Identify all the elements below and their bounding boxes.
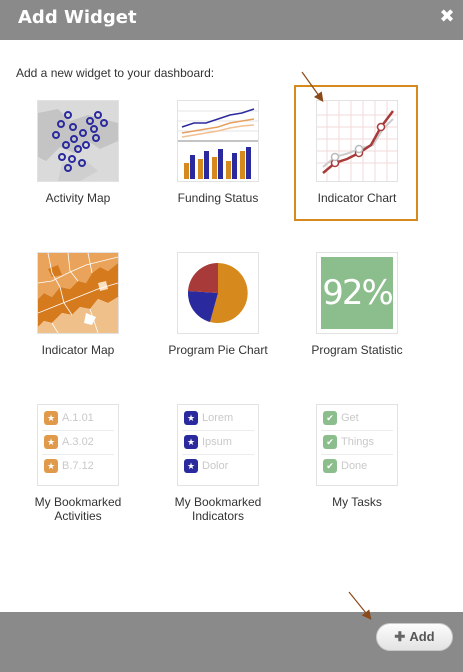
list-item: ★ Ipsum: [182, 434, 254, 450]
list-item: ★ A.3.02: [42, 434, 114, 450]
list-item: ★ Dolor: [182, 458, 254, 474]
list-item: ★ A.1.01: [42, 410, 114, 426]
selected-widget-highlight: [294, 85, 418, 221]
list-item: ★ B.7.12: [42, 458, 114, 474]
tasks-icon: ✔ Get ✔ Things ✔ Done: [316, 404, 398, 486]
close-icon[interactable]: ✖: [438, 8, 456, 26]
widget-funding-status[interactable]: Funding Status: [156, 100, 280, 205]
widget-my-tasks[interactable]: ✔ Get ✔ Things ✔ Done My Tasks: [295, 404, 419, 509]
widget-program-pie-chart[interactable]: Program Pie Chart: [156, 252, 280, 357]
add-button-label: Add: [409, 629, 435, 644]
star-icon: ★: [184, 435, 198, 449]
widget-label: Indicator Map: [41, 343, 115, 357]
list-item: ★ Lorem: [182, 410, 254, 426]
dialog-header: Add Widget ✖: [0, 0, 463, 40]
widget-label: Activity Map: [45, 191, 111, 205]
intro-text: Add a new widget to your dashboard:: [16, 66, 215, 80]
widget-activity-map[interactable]: Activity Map: [16, 100, 140, 205]
star-icon: ★: [184, 459, 198, 473]
star-icon: ★: [44, 411, 58, 425]
widget-label: Funding Status: [177, 191, 259, 205]
checkmark-icon: ✔: [323, 411, 337, 425]
widget-bookmarked-activities[interactable]: ★ A.1.01 ★ A.3.02 ★ B.7.12 My Bookmarked…: [16, 404, 140, 523]
checkmark-icon: ✔: [323, 435, 337, 449]
indicator-map-icon: [37, 252, 119, 334]
widget-indicator-map[interactable]: Indicator Map: [16, 252, 140, 357]
program-pie-chart-icon: [177, 252, 259, 334]
divider: [182, 430, 254, 431]
star-icon: ★: [184, 411, 198, 425]
bookmarked-activities-icon: ★ A.1.01 ★ A.3.02 ★ B.7.12: [37, 404, 119, 486]
add-button[interactable]: ✚ Add: [376, 623, 453, 651]
widget-label: My Bookmarked Activities: [34, 495, 122, 523]
divider: [42, 430, 114, 431]
widget-bookmarked-indicators[interactable]: ★ Lorem ★ Ipsum ★ Dolor My Bookmarked In…: [156, 404, 280, 523]
widget-label: My Tasks: [332, 495, 382, 509]
divider: [42, 454, 114, 455]
checkmark-icon: ✔: [323, 459, 337, 473]
bookmarked-indicators-icon: ★ Lorem ★ Ipsum ★ Dolor: [177, 404, 259, 486]
star-icon: ★: [44, 435, 58, 449]
widget-label: My Bookmarked Indicators: [174, 495, 262, 523]
widget-program-statistic[interactable]: 92% Program Statistic: [295, 252, 419, 357]
divider: [321, 454, 393, 455]
plus-icon: ✚: [394, 629, 406, 644]
statistic-value: 92%: [321, 257, 394, 329]
list-item: ✔ Things: [321, 434, 393, 450]
widget-label: Program Statistic: [311, 343, 403, 357]
activity-map-icon: [37, 100, 119, 182]
list-item: ✔ Get: [321, 410, 393, 426]
dialog-title: Add Widget: [18, 7, 137, 28]
list-item: ✔ Done: [321, 458, 393, 474]
star-icon: ★: [44, 459, 58, 473]
widget-label: Program Pie Chart: [168, 343, 268, 357]
divider: [182, 454, 254, 455]
divider: [321, 430, 393, 431]
program-statistic-icon: 92%: [316, 252, 398, 334]
funding-status-icon: [177, 100, 259, 182]
